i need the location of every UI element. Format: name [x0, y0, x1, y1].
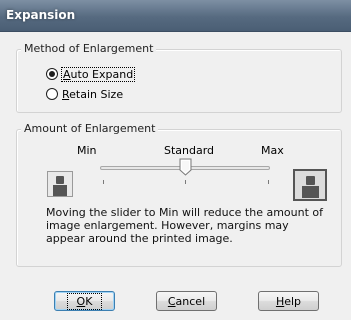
radio-retain-size[interactable]: Retain Size: [46, 86, 123, 102]
help-button[interactable]: Help: [258, 291, 319, 311]
slider-tick-standard: [185, 180, 186, 184]
slider-tick-max: [268, 180, 269, 184]
person-small-icon: [47, 171, 73, 197]
amount-group-legend: Amount of Enlargement: [21, 122, 159, 136]
person-large-icon: [293, 169, 327, 201]
person-small-body: [53, 185, 67, 196]
ok-button[interactable]: OK: [54, 291, 115, 311]
slider-tick-min: [103, 180, 104, 184]
dialog-body: Method of Enlargement Auto Expand Retain…: [0, 32, 351, 320]
slider-standard-label: Standard: [164, 144, 215, 157]
enlargement-description: Moving the slider to Min will reduce the…: [46, 206, 324, 245]
radio-retain-size-label[interactable]: Retain Size: [62, 88, 123, 101]
radio-auto-expand-label[interactable]: Auto Expand: [60, 66, 136, 82]
slider-max-label: Max: [261, 144, 284, 157]
radio-retain-size-circle[interactable]: [46, 88, 58, 100]
person-small-head: [56, 176, 64, 184]
dialog-title: Expansion: [6, 8, 76, 22]
slider-min-label: Min: [77, 144, 97, 157]
method-group-legend: Method of Enlargement: [21, 42, 157, 56]
person-large-body: [302, 186, 319, 198]
person-large-head: [306, 176, 315, 185]
title-bar[interactable]: Expansion: [0, 0, 351, 32]
radio-auto-expand[interactable]: Auto Expand: [46, 66, 136, 82]
expansion-dialog: Expansion Method of Enlargement Auto Exp…: [0, 0, 351, 320]
slider-thumb[interactable]: [179, 158, 192, 176]
cancel-button[interactable]: Cancel: [156, 291, 217, 311]
radio-auto-expand-circle[interactable]: [46, 68, 58, 80]
